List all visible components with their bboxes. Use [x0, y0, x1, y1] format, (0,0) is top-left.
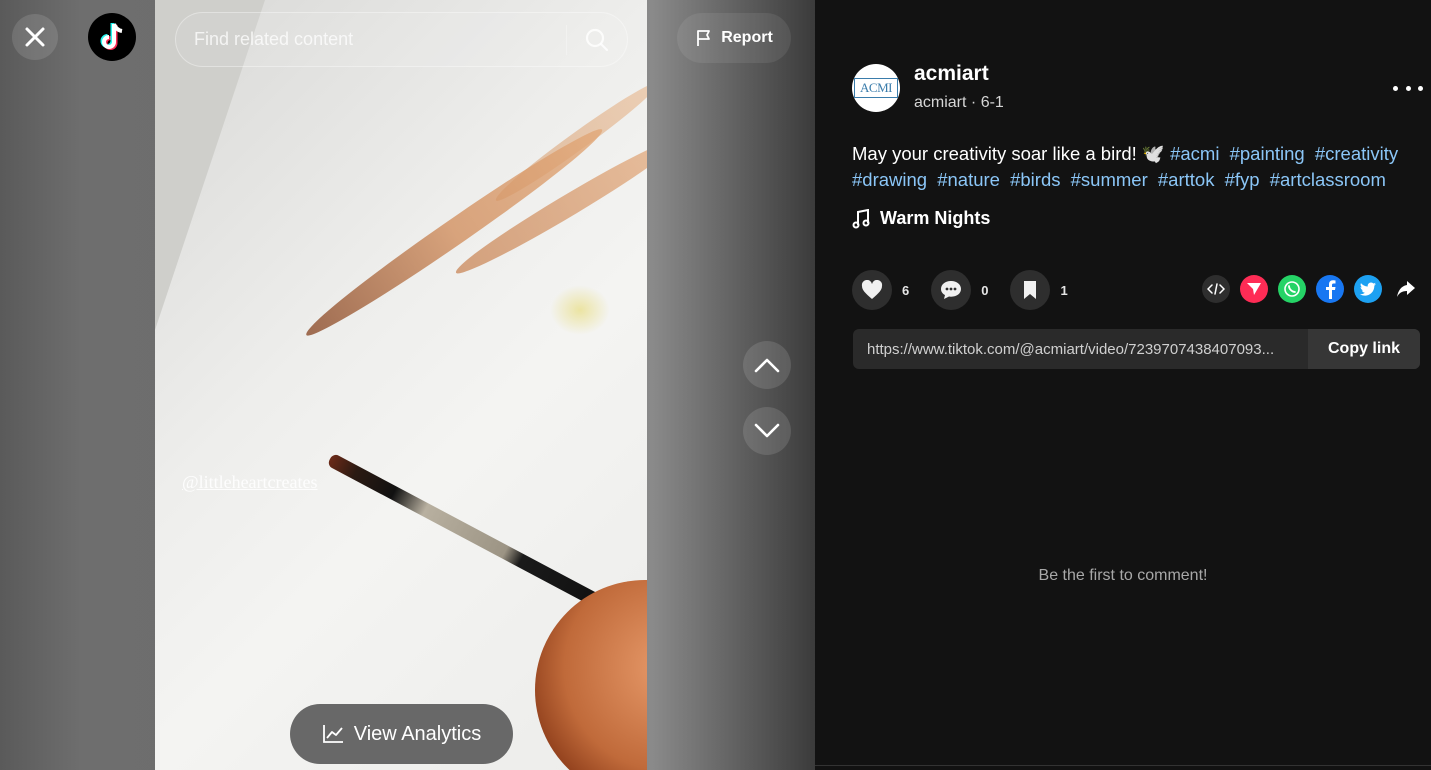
video-caption: May your creativity soar like a bird! 🕊️…	[852, 141, 1412, 193]
tiktok-logo-icon	[100, 23, 123, 50]
share-options	[1202, 275, 1420, 303]
twitter-icon	[1359, 282, 1376, 296]
dot-icon	[1405, 85, 1411, 91]
avatar-logo-text: ACMI	[854, 78, 898, 98]
twitter-share-button[interactable]	[1354, 275, 1382, 303]
hashtag-link[interactable]: #painting	[1230, 143, 1305, 164]
view-analytics-button[interactable]: View Analytics	[290, 704, 513, 764]
author-handle: acmiart	[914, 94, 967, 111]
hashtag-link[interactable]: #nature	[937, 169, 1000, 190]
save-count: 1	[1060, 282, 1068, 298]
like-action: 6	[852, 270, 909, 310]
chevron-up-icon	[754, 358, 780, 373]
painted-yellow-spot	[550, 285, 610, 335]
video-watermark: @littleheartcreates	[182, 472, 318, 492]
save-button[interactable]	[1010, 270, 1051, 310]
more-share-button[interactable]	[1392, 275, 1420, 303]
empty-comments-message: Be the first to comment!	[1038, 567, 1208, 584]
analytics-chart-icon	[322, 725, 343, 743]
comment-input-divider	[815, 765, 1431, 766]
author-display-name[interactable]: acmiart	[914, 62, 989, 86]
previous-video-button[interactable]	[743, 341, 791, 389]
meta-separator: ·	[970, 94, 977, 111]
music-link[interactable]: Warm Nights	[852, 208, 990, 229]
send-to-friends-button[interactable]	[1240, 275, 1268, 303]
hashtag-link[interactable]: #summer	[1071, 169, 1148, 190]
hashtag-link[interactable]: #birds	[1010, 169, 1060, 190]
music-title: Warm Nights	[880, 208, 991, 228]
comment-count: 0	[981, 282, 989, 298]
avatar[interactable]: ACMI	[852, 64, 900, 112]
video-area: @littleheartcreates Find related content…	[0, 0, 815, 770]
comment-action: 0	[931, 270, 988, 310]
like-button[interactable]	[852, 270, 892, 310]
search-input[interactable]	[176, 29, 566, 50]
caption-text: May your creativity soar like a bird! 🕊️	[852, 143, 1165, 164]
hashtag-link[interactable]: #acmi	[1170, 143, 1219, 164]
video-link-url[interactable]: https://www.tiktok.com/@acmiart/video/72…	[853, 341, 1308, 358]
details-panel: ACMI acmiart acmiart · 6-1 May your crea…	[815, 0, 1431, 770]
post-date: 6-1	[980, 94, 1004, 111]
embed-button[interactable]	[1202, 275, 1230, 303]
next-video-button[interactable]	[743, 407, 791, 455]
report-label: Report	[721, 29, 773, 46]
dot-icon	[1418, 85, 1423, 91]
comment-icon	[941, 281, 962, 299]
send-to-friends-icon	[1247, 283, 1261, 295]
author-meta: acmiart · 6-1	[914, 94, 1004, 112]
facebook-icon	[1326, 280, 1336, 299]
search-icon	[585, 28, 609, 51]
engagement-actions: 6 0 1	[852, 270, 1090, 310]
hashtag-link[interactable]: #drawing	[852, 169, 927, 190]
search-button[interactable]	[567, 13, 627, 66]
hashtag-link[interactable]: #artclassroom	[1270, 169, 1386, 190]
bookmark-icon	[1024, 281, 1037, 299]
music-note-icon	[852, 208, 870, 228]
dot-icon	[1393, 85, 1398, 91]
video-player[interactable]: @littleheartcreates	[155, 0, 647, 770]
view-analytics-label: View Analytics	[353, 722, 482, 745]
close-button[interactable]	[12, 14, 58, 60]
report-button[interactable]: Report	[677, 13, 791, 63]
video-link-box: https://www.tiktok.com/@acmiart/video/72…	[853, 329, 1420, 369]
close-icon	[25, 27, 45, 47]
tiktok-logo[interactable]	[88, 13, 136, 61]
hashtag-link[interactable]: #creativity	[1315, 143, 1398, 164]
embed-icon	[1207, 283, 1225, 295]
share-arrow-icon	[1397, 281, 1415, 297]
chevron-down-icon	[754, 423, 780, 438]
search-bar	[175, 12, 628, 67]
heart-icon	[861, 280, 883, 299]
comment-button[interactable]	[931, 270, 972, 310]
hand	[535, 580, 647, 770]
hashtag-link[interactable]: #arttok	[1158, 169, 1215, 190]
copy-link-button[interactable]: Copy link	[1308, 329, 1420, 369]
more-options-button[interactable]	[1393, 78, 1423, 98]
hashtag-link[interactable]: #fyp	[1225, 169, 1260, 190]
tiktok-video-viewer: @littleheartcreates Find related content…	[0, 0, 1431, 770]
flag-icon	[697, 30, 711, 46]
whatsapp-icon	[1284, 281, 1300, 297]
facebook-share-button[interactable]	[1316, 275, 1344, 303]
whatsapp-share-button[interactable]	[1278, 275, 1306, 303]
like-count: 6	[902, 282, 910, 298]
save-action: 1	[1010, 270, 1068, 310]
